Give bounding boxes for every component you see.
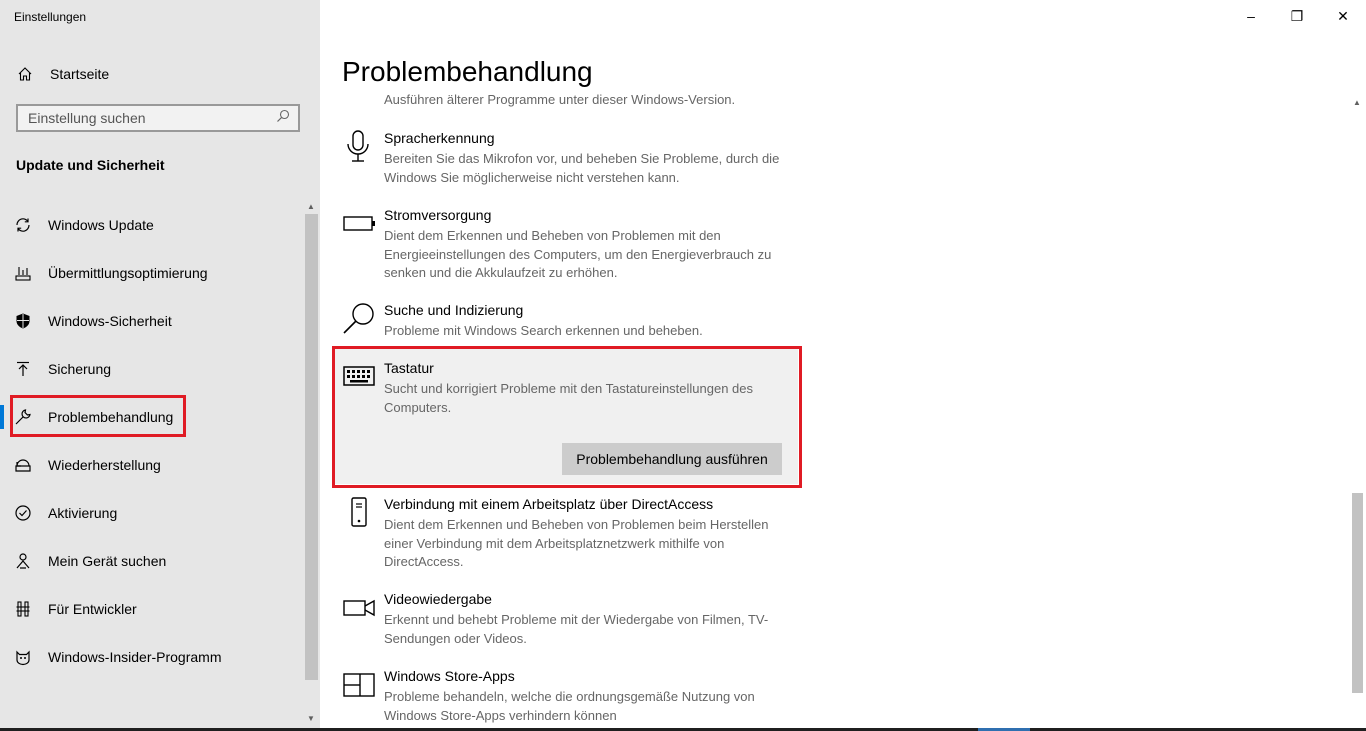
partial-item-description: Ausführen älterer Programme unter dieser…: [384, 92, 736, 107]
troubleshooter-title: Suche und Indizierung: [384, 302, 524, 318]
search-input[interactable]: [28, 110, 258, 126]
maximize-button[interactable]: ❐: [1274, 0, 1320, 32]
troubleshooter-description: Bereiten Sie das Mikrofon vor, und beheb…: [384, 151, 780, 185]
search-icon: [342, 302, 376, 336]
home-icon: [16, 65, 34, 83]
delivery-optimization-icon: [14, 264, 32, 282]
sidebar-scroll-thumb[interactable]: [305, 214, 318, 680]
sidebar-item-delivery-optimization[interactable]: Übermittlungsoptimierung: [14, 259, 294, 287]
active-indicator: [0, 405, 4, 429]
troubleshooter-description: Dient dem Erkennen und Beheben von Probl…: [384, 517, 769, 569]
sidebar-item-insider[interactable]: Windows-Insider-Programm: [14, 643, 294, 671]
sync-icon: [14, 216, 32, 234]
troubleshooter-description: Probleme mit Windows Search erkennen und…: [384, 323, 703, 338]
troubleshooter-title: Videowiedergabe: [384, 591, 492, 607]
store-apps-icon: [342, 668, 376, 702]
troubleshooter-title: Spracherkennung: [384, 130, 495, 146]
settings-search-box[interactable]: [16, 104, 300, 132]
troubleshooter-title: Windows Store-Apps: [384, 668, 515, 684]
sidebar-item-windows-update[interactable]: Windows Update: [14, 211, 294, 239]
sidebar-home-label: Startseite: [50, 66, 110, 82]
sidebar: Einstellungen Startseite Update und Sich…: [0, 0, 320, 731]
insider-cat-icon: [14, 648, 32, 666]
troubleshooter-title: Verbindung mit einem Arbeitsplatz über D…: [384, 496, 714, 512]
sidebar-item-find-device[interactable]: Mein Gerät suchen: [14, 547, 294, 575]
sidebar-item-label: Für Entwickler: [48, 601, 137, 617]
find-device-icon: [14, 552, 32, 570]
main-scrollbar[interactable]: ▲: [1349, 95, 1366, 728]
check-circle-icon: [14, 504, 32, 522]
minimize-button[interactable]: –: [1228, 0, 1274, 32]
sidebar-item-backup[interactable]: Sicherung: [14, 355, 294, 383]
sidebar-item-label: Windows-Sicherheit: [48, 313, 172, 329]
sidebar-item-label: Windows Update: [48, 217, 154, 233]
sidebar-item-developers[interactable]: Für Entwickler: [14, 595, 294, 623]
sidebar-item-label: Mein Gerät suchen: [48, 553, 167, 569]
troubleshooter-description: Dient dem Erkennen und Beheben von Probl…: [384, 228, 772, 280]
search-icon[interactable]: [276, 109, 290, 128]
page-title: Problembehandlung: [342, 56, 593, 87]
developer-tools-icon: [14, 600, 32, 618]
sidebar-item-windows-security[interactable]: Windows-Sicherheit: [14, 307, 294, 335]
scroll-down-icon[interactable]: ▼: [307, 714, 315, 723]
app-title: Einstellungen: [14, 10, 87, 24]
sidebar-item-label: Wiederherstellung: [48, 457, 161, 473]
sidebar-home[interactable]: Startseite: [16, 62, 306, 86]
recovery-icon: [14, 456, 32, 474]
section-title: Update und Sicherheit: [16, 157, 165, 173]
close-button[interactable]: ✕: [1320, 0, 1366, 32]
main-scroll-thumb[interactable]: [1352, 493, 1363, 693]
window-controls: – ❐ ✕: [1228, 0, 1366, 32]
highlight-box: [10, 395, 186, 437]
troubleshooter-title: Stromversorgung: [384, 207, 492, 223]
video-camera-icon: [342, 591, 376, 625]
sidebar-item-activation[interactable]: Aktivierung: [14, 499, 294, 527]
troubleshooter-description: Probleme behandeln, welche die ordnungsg…: [384, 689, 755, 723]
microphone-icon: [342, 130, 376, 164]
sidebar-item-label: Aktivierung: [48, 505, 118, 521]
sidebar-item-label: Übermittlungsoptimierung: [48, 265, 208, 281]
sidebar-item-recovery[interactable]: Wiederherstellung: [14, 451, 294, 479]
phone-device-icon: [342, 496, 376, 530]
troubleshooter-list: Ausführen älterer Programme unter dieser…: [320, 92, 1350, 728]
scroll-up-icon[interactable]: ▲: [1353, 98, 1361, 107]
sidebar-item-label: Windows-Insider-Programm: [48, 649, 222, 665]
troubleshooter-description: Erkennt und behebt Probleme mit der Wied…: [384, 612, 769, 646]
backup-arrow-icon: [14, 360, 32, 378]
sidebar-item-label: Sicherung: [48, 361, 112, 377]
battery-icon: [342, 207, 376, 241]
highlight-box: [332, 346, 802, 488]
sidebar-scrollbar[interactable]: ▲ ▼: [303, 200, 320, 728]
scroll-up-icon[interactable]: ▲: [307, 202, 315, 211]
shield-icon: [14, 312, 32, 330]
